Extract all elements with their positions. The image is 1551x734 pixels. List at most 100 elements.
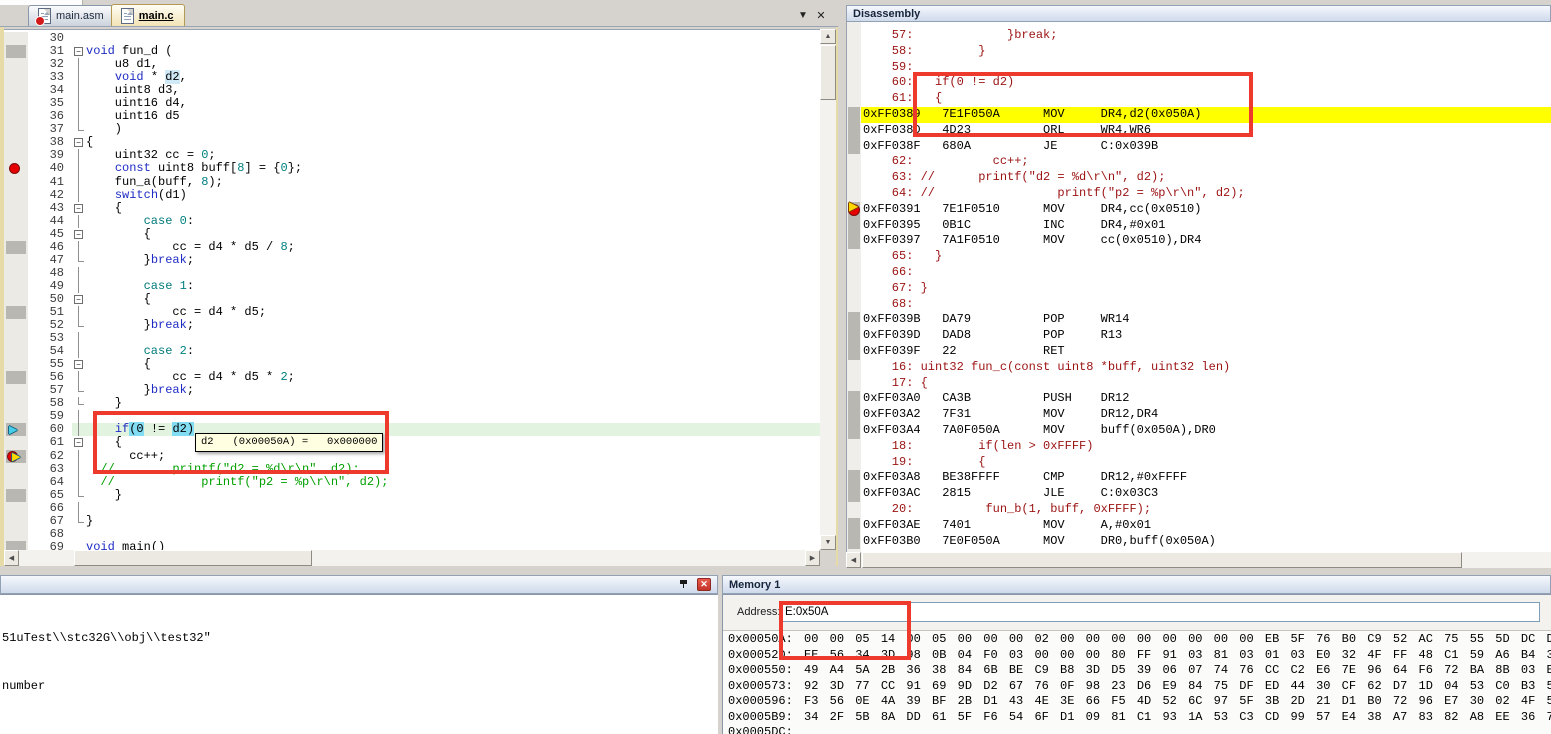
breakpoint-margin[interactable] — [4, 436, 28, 449]
fold-column[interactable] — [72, 32, 86, 45]
scroll-left-icon[interactable]: ◀ — [4, 550, 19, 566]
fold-column[interactable]: − — [72, 45, 86, 58]
fold-column[interactable]: − — [72, 358, 86, 371]
fold-column[interactable] — [72, 306, 86, 319]
fold-column[interactable] — [72, 241, 86, 254]
breakpoint-margin[interactable] — [4, 397, 28, 410]
fold-column[interactable]: − — [72, 228, 86, 241]
breakpoint-margin[interactable] — [4, 463, 28, 476]
fold-column[interactable] — [72, 450, 86, 463]
scroll-right-icon[interactable]: ▶ — [805, 550, 820, 566]
breakpoint-margin[interactable] — [4, 254, 28, 267]
editor-vscrollbar[interactable]: ▲ ▼ — [820, 29, 836, 550]
fold-column[interactable]: − — [72, 293, 86, 306]
breakpoint-margin[interactable] — [4, 476, 28, 489]
breakpoint-margin[interactable] — [4, 110, 28, 123]
tab-main-asm[interactable]: main.asm — [28, 5, 115, 26]
vscroll-thumb[interactable] — [820, 45, 836, 100]
breakpoint-margin[interactable] — [4, 358, 28, 371]
tab-close-icon[interactable]: ✕ — [812, 7, 830, 23]
scroll-up-icon[interactable]: ▲ — [820, 29, 836, 44]
fold-column[interactable] — [72, 97, 86, 110]
fold-column[interactable] — [72, 345, 86, 358]
breakpoint-margin[interactable] — [4, 306, 28, 319]
fold-column[interactable] — [72, 215, 86, 228]
fold-column[interactable] — [72, 476, 86, 489]
fold-column[interactable] — [72, 319, 86, 332]
breakpoint-margin[interactable] — [4, 32, 28, 45]
fold-column[interactable] — [72, 371, 86, 384]
fold-column[interactable] — [72, 528, 86, 541]
fold-column[interactable] — [72, 384, 86, 397]
breakpoint-margin[interactable] — [4, 410, 28, 423]
breakpoint-margin[interactable] — [4, 267, 28, 280]
breakpoint-margin[interactable]: ▶ — [4, 450, 28, 463]
fold-column[interactable] — [72, 84, 86, 97]
fold-column[interactable] — [72, 162, 86, 175]
fold-column[interactable]: − — [72, 136, 86, 149]
fold-column[interactable] — [72, 515, 86, 528]
disassembly-header[interactable]: Disassembly — [846, 5, 1551, 22]
disassembly-gutter[interactable]: ▶ — [847, 22, 861, 552]
editor-hscrollbar[interactable]: ◀ ▶ — [4, 550, 820, 566]
scroll-down-icon[interactable]: ▼ — [820, 535, 836, 550]
tab-main-c[interactable]: main.c — [111, 4, 185, 26]
scroll-left-icon[interactable]: ◀ — [846, 552, 861, 568]
fold-column[interactable] — [72, 410, 86, 423]
auto-hide-pin-icon[interactable] — [678, 579, 689, 590]
breakpoint-margin[interactable] — [4, 228, 28, 241]
fold-column[interactable] — [72, 267, 86, 280]
fold-column[interactable] — [72, 397, 86, 410]
fold-column[interactable] — [72, 58, 86, 71]
fold-column[interactable] — [72, 423, 86, 436]
tab-list-dropdown-icon[interactable]: ▼ — [794, 7, 812, 23]
fold-column[interactable] — [72, 71, 86, 84]
breakpoint-margin[interactable] — [4, 45, 28, 58]
fold-column[interactable] — [72, 149, 86, 162]
breakpoint-margin[interactable] — [4, 189, 28, 202]
console-header[interactable]: ✕ — [0, 575, 718, 594]
breakpoint-margin[interactable] — [4, 136, 28, 149]
breakpoint-margin[interactable] — [4, 319, 28, 332]
fold-column[interactable] — [72, 502, 86, 515]
breakpoint-margin[interactable] — [4, 345, 28, 358]
breakpoint-margin[interactable] — [4, 332, 28, 345]
breakpoint-margin[interactable] — [4, 528, 28, 541]
hscroll-thumb[interactable] — [862, 552, 1462, 568]
fold-column[interactable] — [72, 463, 86, 476]
breakpoint-margin[interactable] — [4, 162, 28, 175]
breakpoint-margin[interactable] — [4, 280, 28, 293]
fold-column[interactable] — [72, 280, 86, 293]
breakpoint-icon[interactable] — [9, 163, 20, 174]
breakpoint-margin[interactable] — [4, 515, 28, 528]
breakpoint-margin[interactable] — [4, 293, 28, 306]
breakpoint-margin[interactable] — [4, 489, 28, 502]
memory-header[interactable]: Memory 1 — [722, 575, 1551, 594]
fold-column[interactable] — [72, 123, 86, 136]
breakpoint-margin[interactable] — [4, 84, 28, 97]
breakpoint-margin[interactable] — [4, 176, 28, 189]
fold-column[interactable] — [72, 176, 86, 189]
fold-column[interactable] — [72, 489, 86, 502]
breakpoint-margin[interactable] — [4, 241, 28, 254]
console-close-button[interactable]: ✕ — [697, 578, 711, 591]
breakpoint-margin[interactable]: ▶ — [4, 423, 28, 436]
fold-column[interactable]: − — [72, 202, 86, 215]
vertical-splitter[interactable] — [838, 0, 846, 568]
breakpoint-margin[interactable] — [4, 384, 28, 397]
breakpoint-margin[interactable] — [4, 149, 28, 162]
breakpoint-margin[interactable] — [4, 58, 28, 71]
fold-column[interactable] — [72, 254, 86, 267]
console-panel[interactable]: 51uTest\\stc32G\\obj\\test32"number ∧ — [0, 594, 718, 734]
fold-column[interactable] — [72, 332, 86, 345]
breakpoint-margin[interactable] — [4, 202, 28, 215]
breakpoint-margin[interactable] — [4, 71, 28, 84]
fold-column[interactable] — [72, 110, 86, 123]
breakpoint-margin[interactable] — [4, 502, 28, 515]
disassembly-hscrollbar[interactable]: ◀ — [846, 552, 1551, 568]
breakpoint-margin[interactable] — [4, 215, 28, 228]
hscroll-thumb[interactable] — [74, 550, 312, 566]
fold-column[interactable] — [72, 189, 86, 202]
breakpoint-margin[interactable] — [4, 97, 28, 110]
breakpoint-margin[interactable] — [4, 123, 28, 136]
